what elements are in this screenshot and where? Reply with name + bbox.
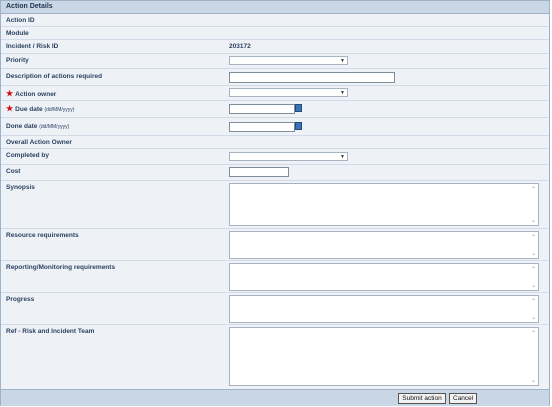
done-date-label-text: Done date bbox=[6, 123, 38, 130]
completed-by-select[interactable]: ▼ bbox=[229, 152, 348, 161]
scroll-down-icon[interactable]: ⌄ bbox=[531, 314, 536, 321]
scroll-down-icon[interactable]: ⌄ bbox=[531, 282, 536, 289]
submit-action-button[interactable]: Submit action bbox=[398, 393, 446, 404]
scroll-up-icon[interactable]: ⌃ bbox=[531, 186, 536, 193]
resource-requirements-label: Resource requirements bbox=[6, 232, 79, 239]
due-date-format-hint: (dd/MM/yyyy) bbox=[44, 107, 75, 113]
scroll-down-icon[interactable]: ⌄ bbox=[531, 250, 536, 257]
row-overall-action-owner: Overall Action Owner bbox=[1, 136, 549, 149]
cost-label: Cost bbox=[6, 168, 21, 175]
done-date-format-hint: (dd/MM/yyyy) bbox=[39, 124, 70, 130]
row-action-owner: ★ Action owner ▼ bbox=[1, 86, 549, 101]
form-header: Action Details bbox=[1, 1, 549, 14]
row-reporting-requirements: Reporting/Monitoring requirements ⌃ ⌄ bbox=[1, 261, 549, 293]
progress-label: Progress bbox=[6, 296, 35, 303]
dropdown-arrow-icon: ▼ bbox=[340, 90, 345, 96]
action-owner-select[interactable]: ▼ bbox=[229, 88, 348, 97]
overall-action-owner-label: Overall Action Owner bbox=[6, 139, 72, 146]
row-priority: Priority ▼ bbox=[1, 54, 549, 69]
description-label: Description of actions required bbox=[6, 73, 103, 80]
reporting-requirements-label: Reporting/Monitoring requirements bbox=[6, 264, 116, 271]
action-owner-label: ★ Action owner bbox=[6, 89, 56, 98]
calendar-icon[interactable] bbox=[295, 122, 302, 130]
completed-by-label: Completed by bbox=[6, 152, 49, 159]
scroll-up-icon[interactable]: ⌃ bbox=[531, 234, 536, 241]
due-date-input[interactable] bbox=[229, 104, 295, 114]
scroll-down-icon[interactable]: ⌄ bbox=[531, 217, 536, 224]
calendar-icon[interactable] bbox=[295, 104, 302, 112]
reporting-requirements-textarea[interactable]: ⌃ ⌄ bbox=[229, 263, 539, 291]
ref-team-label: Ref - Risk and Incident Team bbox=[6, 328, 95, 335]
synopsis-textarea[interactable]: ⌃ ⌄ bbox=[229, 183, 539, 226]
action-details-form: Action Details Action ID Module Incident… bbox=[0, 0, 550, 406]
row-done-date: Done date (dd/MM/yyyy) bbox=[1, 118, 549, 136]
row-due-date: ★ Due date (dd/MM/yyyy) bbox=[1, 101, 549, 118]
row-progress: Progress ⌃ ⌄ bbox=[1, 293, 549, 325]
progress-textarea[interactable]: ⌃ ⌄ bbox=[229, 295, 539, 323]
row-completed-by: Completed by ▼ bbox=[1, 149, 549, 165]
description-input[interactable] bbox=[229, 72, 395, 83]
priority-select[interactable]: ▼ bbox=[229, 56, 348, 65]
cancel-button[interactable]: Cancel bbox=[449, 393, 477, 404]
action-id-label: Action ID bbox=[6, 17, 35, 24]
due-date-label: ★ Due date (dd/MM/yyyy) bbox=[6, 104, 74, 113]
row-cost: Cost bbox=[1, 165, 549, 181]
ref-team-textarea[interactable]: ⌃ ⌄ bbox=[229, 327, 539, 386]
scroll-up-icon[interactable]: ⌃ bbox=[531, 266, 536, 273]
dropdown-arrow-icon: ▼ bbox=[340, 154, 345, 160]
done-date-input[interactable] bbox=[229, 122, 295, 132]
form-footer: Submit action Cancel bbox=[1, 389, 549, 406]
required-star-icon: ★ bbox=[6, 104, 14, 113]
row-description: Description of actions required bbox=[1, 69, 549, 86]
row-incident-risk-id: Incident / Risk ID 203172 bbox=[1, 40, 549, 54]
row-resource-requirements: Resource requirements ⌃ ⌄ bbox=[1, 229, 549, 261]
dropdown-arrow-icon: ▼ bbox=[340, 58, 345, 64]
due-date-label-text: Due date bbox=[15, 106, 43, 113]
required-star-icon: ★ bbox=[6, 89, 14, 98]
row-synopsis: Synopsis ⌃ ⌄ bbox=[1, 181, 549, 229]
cost-input[interactable] bbox=[229, 167, 289, 177]
incident-risk-id-value: 203172 bbox=[229, 43, 251, 50]
resource-requirements-textarea[interactable]: ⌃ ⌄ bbox=[229, 231, 539, 259]
row-action-id: Action ID bbox=[1, 14, 549, 27]
scroll-down-icon[interactable]: ⌄ bbox=[531, 377, 536, 384]
incident-risk-id-label: Incident / Risk ID bbox=[6, 43, 59, 50]
synopsis-label: Synopsis bbox=[6, 184, 35, 191]
priority-label: Priority bbox=[6, 57, 29, 64]
scroll-up-icon[interactable]: ⌃ bbox=[531, 298, 536, 305]
action-owner-label-text: Action owner bbox=[15, 91, 57, 98]
row-module: Module bbox=[1, 27, 549, 40]
scroll-up-icon[interactable]: ⌃ bbox=[531, 330, 536, 337]
module-label: Module bbox=[6, 30, 29, 37]
row-ref-team: Ref - Risk and Incident Team ⌃ ⌄ bbox=[1, 325, 549, 389]
done-date-label: Done date (dd/MM/yyyy) bbox=[6, 123, 69, 130]
